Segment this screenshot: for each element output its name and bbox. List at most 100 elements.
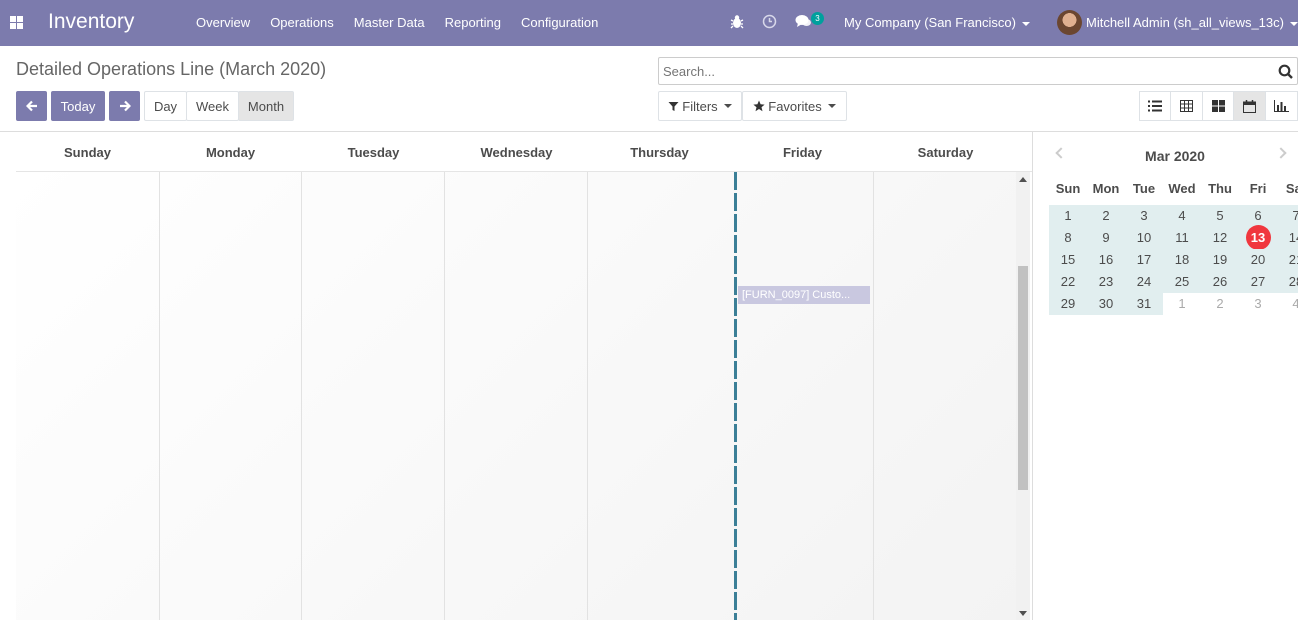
mini-day[interactable]: 27 [1239, 271, 1277, 293]
mini-day[interactable]: 25 [1163, 271, 1201, 293]
mini-day[interactable]: 6 [1239, 205, 1277, 227]
bar-chart-icon [1274, 100, 1289, 112]
search-icon[interactable] [1278, 64, 1293, 79]
weekday-sunday: Sunday [64, 145, 111, 160]
search-input[interactable] [663, 64, 1263, 79]
menu-operations[interactable]: Operations [260, 15, 344, 30]
activity-clock-icon[interactable] [762, 14, 777, 29]
mini-day[interactable]: 19 [1201, 249, 1239, 271]
mini-day[interactable]: 4 [1163, 205, 1201, 227]
mini-day[interactable]: 24 [1125, 271, 1163, 293]
mini-day[interactable]: 30 [1087, 293, 1125, 315]
calendar-scrollbar[interactable] [1016, 172, 1030, 620]
column-divider [873, 172, 874, 620]
mini-week-row: 29 30 31 1 2 3 4 [1049, 293, 1298, 315]
messages-icon[interactable] [795, 14, 812, 29]
scale-day-button[interactable]: Day [144, 91, 187, 121]
calendar-grid[interactable]: [FURN_0097] Custo... [16, 172, 1016, 620]
column-divider [159, 172, 160, 620]
mini-day[interactable]: 9 [1087, 227, 1125, 249]
mini-weekday: Tue [1132, 181, 1156, 196]
mini-day[interactable]: 1 [1049, 205, 1087, 227]
mini-day[interactable]: 31 [1125, 293, 1163, 315]
user-menu[interactable]: Mitchell Admin (sh_all_views_13c) [1086, 15, 1298, 30]
calendar-event[interactable]: [FURN_0097] Custo... [738, 286, 870, 304]
menu-master-data[interactable]: Master Data [344, 15, 435, 30]
graph-view-button[interactable] [1265, 91, 1298, 121]
mini-calendar-title: Mar 2020 [1145, 148, 1205, 164]
mini-day[interactable]: 5 [1201, 205, 1239, 227]
today-button[interactable]: Today [51, 91, 105, 121]
table-icon [1180, 100, 1193, 112]
scroll-up-arrow-icon[interactable] [1019, 177, 1027, 182]
favorites-label: Favorites [768, 98, 822, 114]
mini-calendar-weekdays: Sun Mon Tue Wed Thu Fri Sat [1049, 181, 1298, 196]
scroll-down-arrow-icon[interactable] [1019, 611, 1027, 616]
kanban-icon [1211, 100, 1225, 112]
mini-day-today[interactable]: 13 [1239, 225, 1277, 250]
menu-overview[interactable]: Overview [186, 15, 260, 30]
mini-day[interactable]: 23 [1087, 271, 1125, 293]
main-menu: Overview Operations Master Data Reportin… [186, 15, 608, 30]
mini-day-next-month[interactable]: 4 [1277, 293, 1298, 315]
scale-week-button[interactable]: Week [186, 91, 239, 121]
user-name: Mitchell Admin (sh_all_views_13c) [1086, 15, 1284, 30]
mini-day[interactable]: 28 [1277, 271, 1298, 293]
mini-day[interactable]: 11 [1163, 227, 1201, 249]
bug-icon[interactable] [730, 14, 744, 29]
mini-day[interactable]: 10 [1125, 227, 1163, 249]
menu-configuration[interactable]: Configuration [511, 15, 608, 30]
previous-button[interactable] [16, 91, 47, 121]
mini-day[interactable]: 3 [1125, 205, 1163, 227]
chevron-down-icon [1021, 21, 1030, 26]
mini-day[interactable]: 26 [1201, 271, 1239, 293]
next-button[interactable] [109, 91, 140, 121]
weekday-tuesday: Tuesday [347, 145, 400, 160]
messages-count-badge: 3 [811, 12, 824, 25]
filters-button[interactable]: Filters [658, 91, 742, 121]
scale-month-button[interactable]: Month [238, 91, 294, 121]
mini-weekday: Wed [1168, 181, 1196, 196]
mini-day[interactable]: 2 [1087, 205, 1125, 227]
menu-reporting[interactable]: Reporting [435, 15, 511, 30]
apps-menu-icon[interactable] [10, 16, 23, 29]
list-view-button[interactable] [1139, 91, 1171, 121]
scrollbar-thumb[interactable] [1018, 266, 1028, 490]
mini-day[interactable]: 14 [1277, 227, 1298, 249]
mini-day[interactable]: 22 [1049, 271, 1087, 293]
calendar-view-button[interactable] [1233, 91, 1266, 121]
mini-day[interactable]: 21 [1277, 249, 1298, 271]
mini-weekday: Sat [1285, 181, 1298, 196]
mini-calendar-days: 1 2 3 4 5 6 7 8 9 10 11 12 13 14 15 16 1… [1049, 205, 1298, 315]
list-icon [1148, 100, 1162, 112]
mini-day[interactable]: 20 [1239, 249, 1277, 271]
mini-day[interactable]: 7 [1277, 205, 1298, 227]
weekday-header: Sunday Monday Tuesday Wednesday Thursday… [16, 132, 1032, 172]
mini-day[interactable]: 29 [1049, 293, 1087, 315]
arrow-right-icon [119, 100, 131, 112]
app-title[interactable]: Inventory [48, 10, 134, 34]
mini-day[interactable]: 17 [1125, 249, 1163, 271]
mini-weekday: Thu [1208, 181, 1232, 196]
page-title: Detailed Operations Line (March 2020) [16, 59, 327, 79]
favorites-button[interactable]: Favorites [742, 91, 847, 121]
mini-day[interactable]: 15 [1049, 249, 1087, 271]
mini-day-next-month[interactable]: 2 [1201, 293, 1239, 315]
calendar-icon [1243, 99, 1256, 113]
mini-day[interactable]: 18 [1163, 249, 1201, 271]
mini-day-next-month[interactable]: 3 [1239, 293, 1277, 315]
pivot-view-button[interactable] [1170, 91, 1203, 121]
user-avatar[interactable] [1057, 10, 1082, 35]
company-switcher[interactable]: My Company (San Francisco) [844, 15, 1030, 30]
mini-day[interactable]: 16 [1087, 249, 1125, 271]
mini-weekday: Fri [1249, 181, 1267, 196]
kanban-view-button[interactable] [1202, 91, 1234, 121]
weekday-thursday: Thursday [630, 145, 689, 160]
chevron-down-icon [1289, 21, 1298, 26]
mini-day[interactable]: 12 [1201, 227, 1239, 249]
mini-day-next-month[interactable]: 1 [1163, 293, 1201, 315]
column-divider [301, 172, 302, 620]
current-time-indicator [734, 172, 737, 620]
filter-icon [668, 101, 679, 111]
mini-day[interactable]: 8 [1049, 227, 1087, 249]
